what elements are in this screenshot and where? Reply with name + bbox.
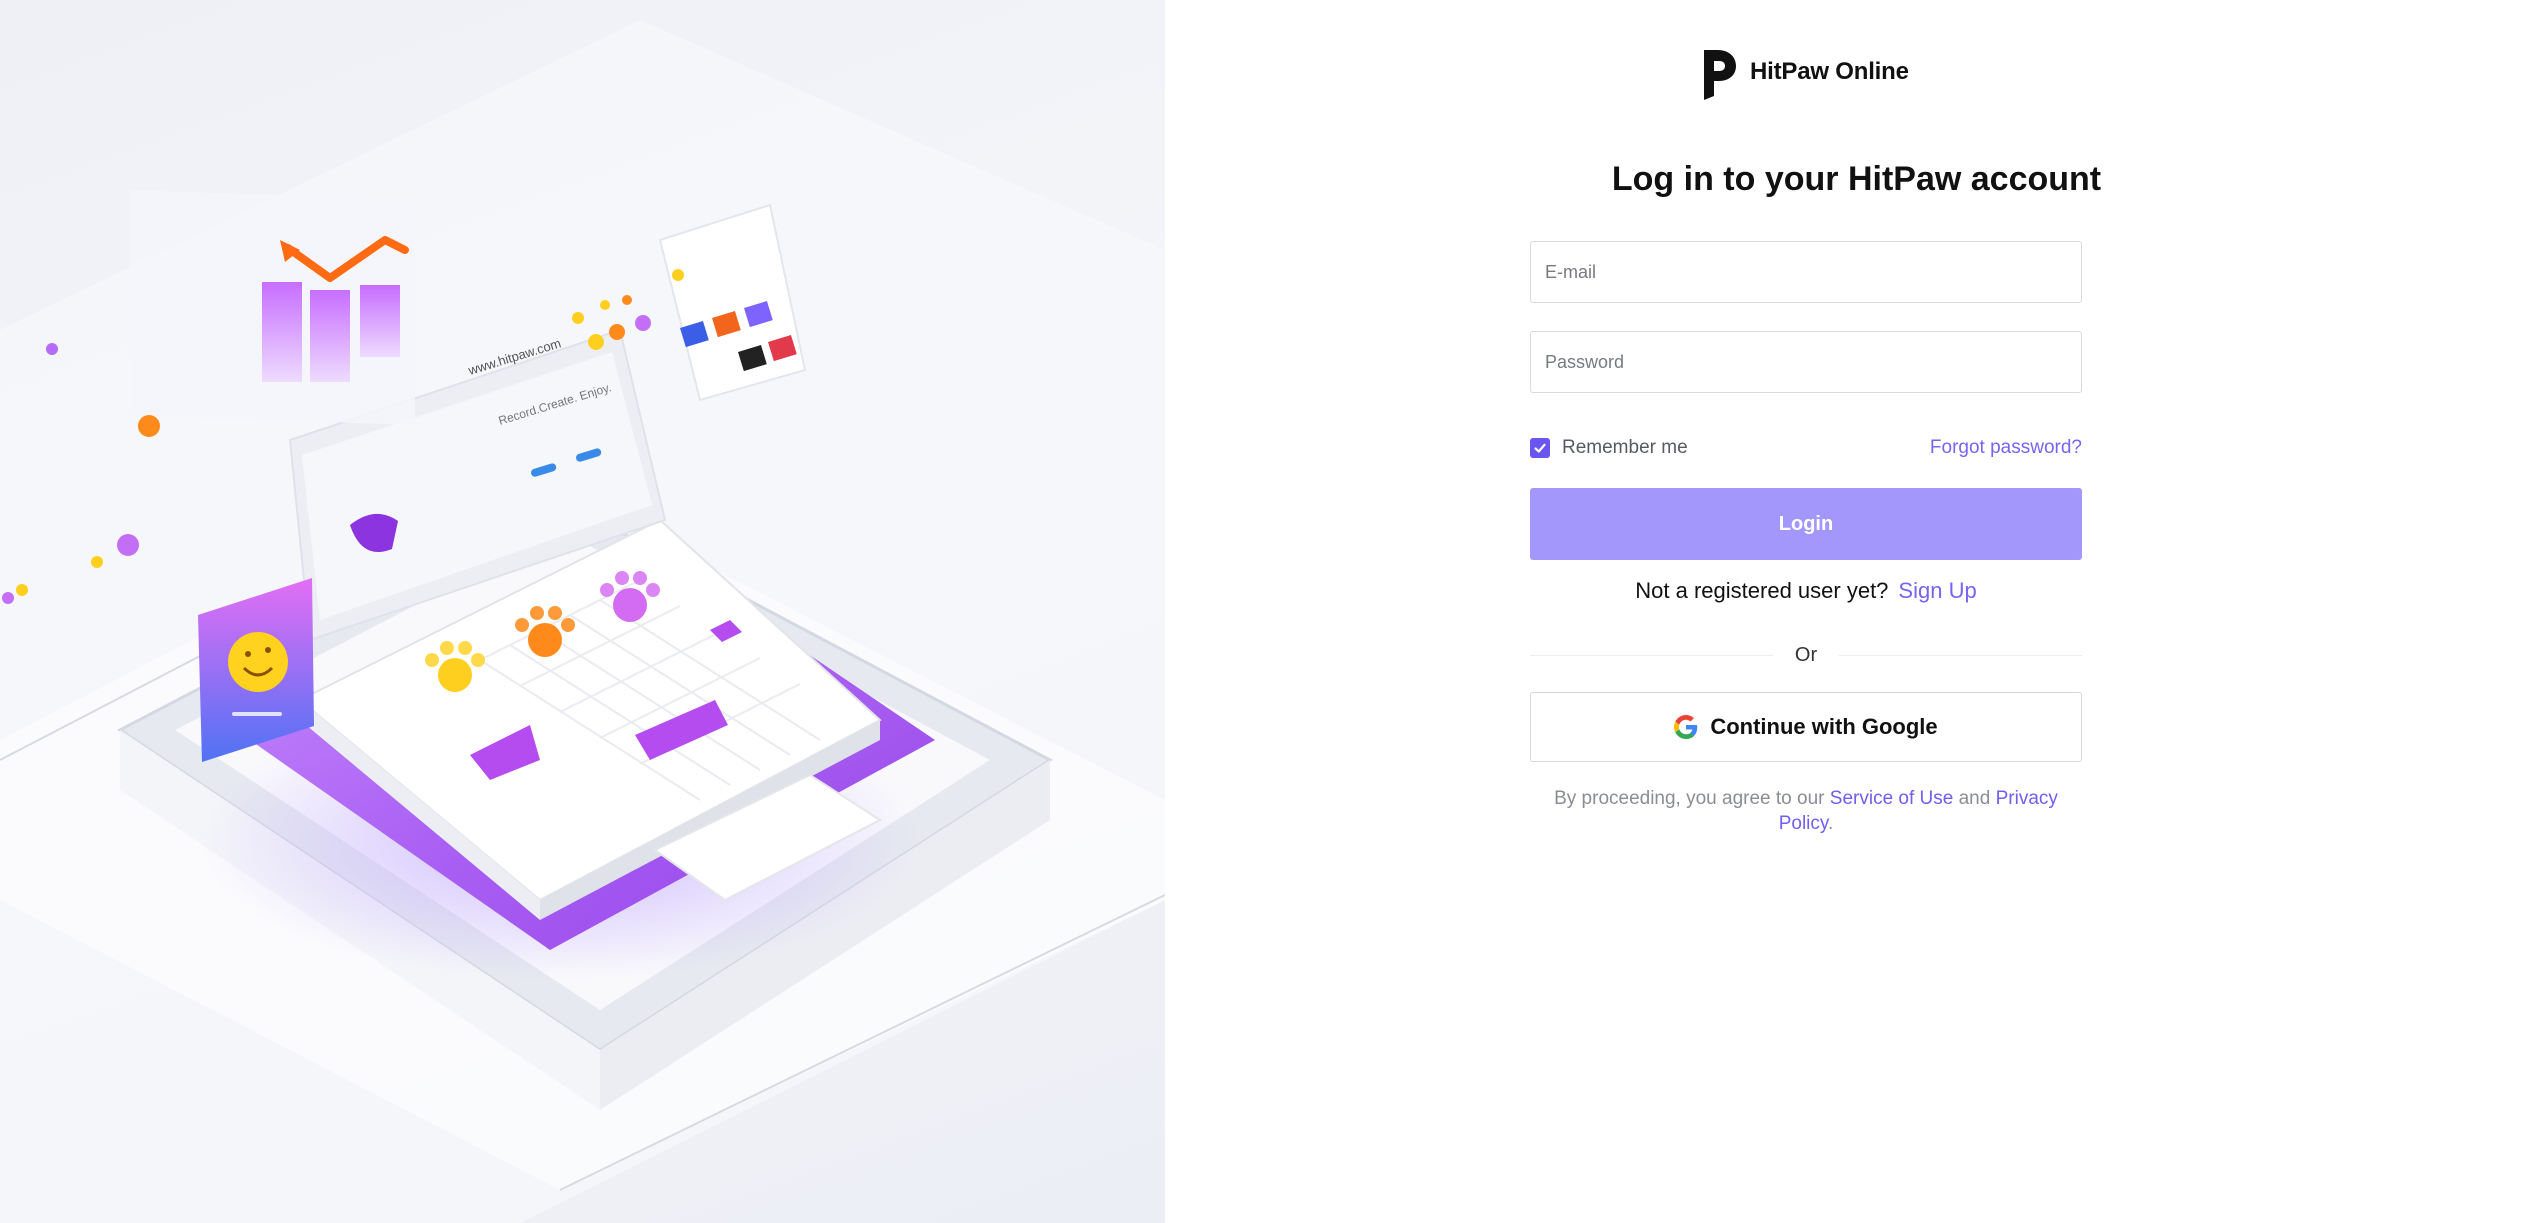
login-panel: HitPaw Online Log in to your HitPaw acco… bbox=[1165, 0, 2548, 1223]
checkmark-icon bbox=[1534, 443, 1546, 453]
hero-illustration: www.hitpaw.com Record.Create. Enjoy. bbox=[0, 0, 1165, 1223]
continue-with-google-button[interactable]: Continue with Google bbox=[1530, 692, 2082, 762]
divider-line-right bbox=[1839, 654, 2082, 656]
hitpaw-logo-icon bbox=[1704, 50, 1736, 100]
brand[interactable]: HitPaw Online bbox=[1700, 44, 1909, 100]
register-prompt-text: Not a registered user yet? bbox=[1635, 578, 1889, 603]
login-button[interactable]: Login bbox=[1530, 488, 2082, 560]
sign-up-link[interactable]: Sign Up bbox=[1898, 578, 1976, 603]
isometric-workspace-illustration: www.hitpaw.com Record.Create. Enjoy. bbox=[0, 20, 1165, 1223]
service-of-use-link[interactable]: Service of Use bbox=[1830, 788, 1954, 809]
remember-me-checkbox[interactable]: Remember me bbox=[1530, 437, 1688, 459]
page-title: Log in to your HitPaw account bbox=[1611, 160, 2102, 198]
terms-suffix: . bbox=[1828, 813, 1834, 834]
divider-line-left bbox=[1530, 654, 1773, 656]
email-field[interactable] bbox=[1530, 241, 2082, 303]
terms-prefix: By proceeding, you agree to our bbox=[1554, 788, 1825, 809]
terms-notice: By proceeding, you agree to our Service … bbox=[1530, 786, 2082, 836]
forgot-password-link[interactable]: Forgot password? bbox=[1930, 437, 2082, 459]
google-button-label: Continue with Google bbox=[1710, 714, 1938, 739]
terms-conjunction: and bbox=[1958, 788, 1991, 809]
register-prompt-row: Not a registered user yet? Sign Up bbox=[1530, 574, 2082, 608]
google-icon bbox=[1674, 715, 1698, 739]
checkbox-checked[interactable] bbox=[1530, 438, 1550, 458]
divider-or-label: Or bbox=[1794, 643, 1818, 666]
login-form: Remember me Forgot password? Login Not a… bbox=[1530, 241, 2082, 836]
remember-row: Remember me Forgot password? bbox=[1530, 433, 2082, 463]
password-field[interactable] bbox=[1530, 331, 2082, 393]
brand-name: HitPaw Online bbox=[1750, 58, 1909, 85]
remember-me-label: Remember me bbox=[1562, 437, 1688, 458]
or-divider: Or bbox=[1530, 642, 2082, 668]
bar-chart-card bbox=[130, 190, 415, 425]
